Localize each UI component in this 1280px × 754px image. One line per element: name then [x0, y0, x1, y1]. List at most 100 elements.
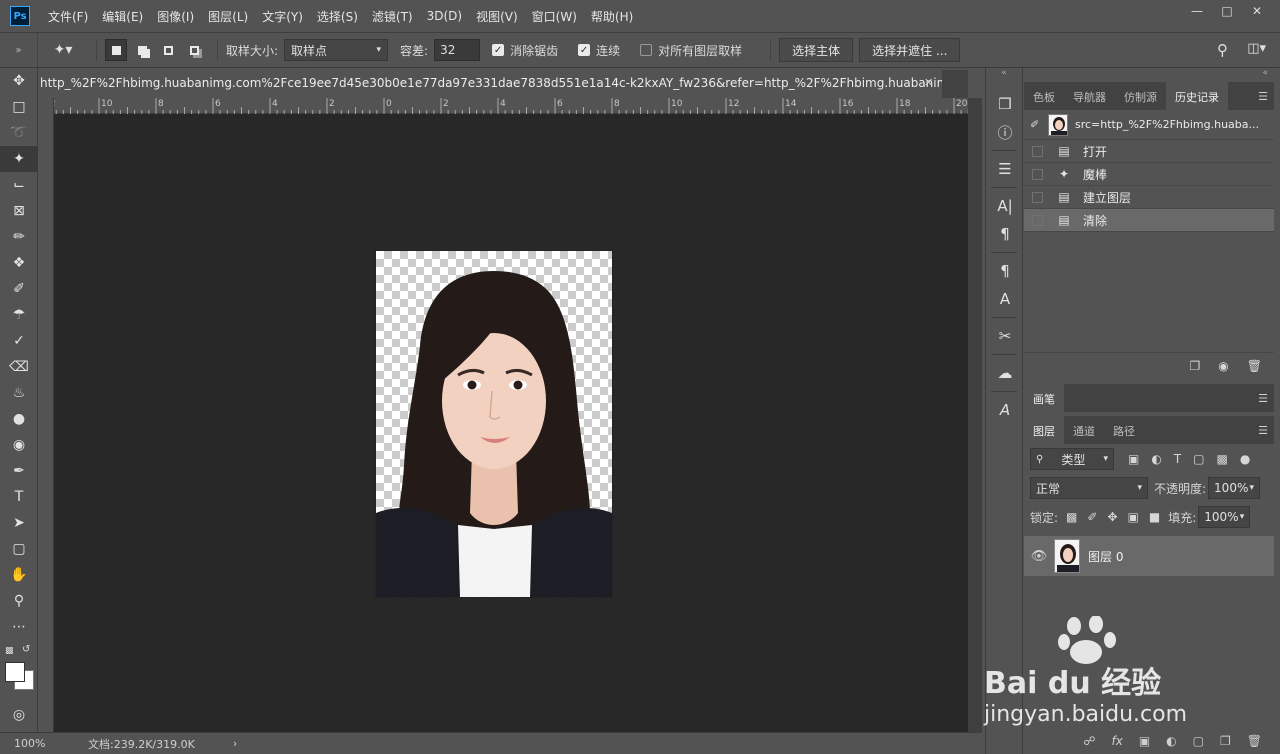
lock-artboard-icon[interactable]: ▣	[1128, 510, 1139, 524]
select-and-mask-button[interactable]: 选择并遮住 ...	[859, 38, 961, 62]
menu-select[interactable]: 选择(S)	[317, 8, 358, 25]
menu-3d[interactable]: 3D(D)	[427, 9, 462, 23]
tab-paths[interactable]: 路径	[1104, 416, 1144, 444]
move-tool-icon[interactable]: ✥	[0, 68, 38, 94]
blend-mode-select[interactable]: 正常 ▾	[1030, 477, 1148, 499]
zoom-tool-icon[interactable]: ⚲	[0, 588, 38, 614]
marquee-tool-icon[interactable]: □	[0, 94, 38, 120]
opacity-input[interactable]: 100% ▾	[1208, 477, 1261, 499]
collapse-icon[interactable]: »	[0, 33, 38, 67]
color-swatches[interactable]: ▩ ↺	[0, 640, 38, 702]
frame-tool-icon[interactable]: ⊠	[0, 198, 38, 224]
document-tab[interactable]: http_%2F%2Fhbimg.huabanimg.com%2Fce19ee7…	[38, 70, 942, 98]
horizontal-ruler[interactable]: 1210864202468101214161820	[38, 98, 968, 114]
paragraph-styles-icon[interactable]: ¶	[986, 257, 1024, 285]
tab-navigator[interactable]: 导航器	[1064, 82, 1115, 110]
filter-smart-object-icon[interactable]: ▩	[1217, 452, 1228, 466]
history-brush-tool-icon[interactable]: ✓	[0, 328, 38, 354]
menu-filter[interactable]: 滤镜(T)	[372, 8, 413, 25]
new-layer-icon[interactable]: ❐	[1220, 734, 1231, 748]
magic-wand-tool-icon[interactable]: ✦	[0, 146, 38, 172]
paragraph-icon[interactable]: ¶	[986, 220, 1024, 248]
collapse-icon[interactable]: «	[986, 68, 1022, 82]
select-subject-button[interactable]: 选择主体	[779, 38, 854, 62]
shape-tool-icon[interactable]: ▢	[0, 536, 38, 562]
filter-type-icon[interactable]: T	[1174, 452, 1181, 466]
menu-view[interactable]: 视图(V)	[476, 8, 518, 25]
layer-filter-select[interactable]: ⚲ 类型 ▾	[1030, 448, 1114, 470]
trash-icon[interactable]: 🗑	[1247, 359, 1262, 373]
intersect-selection-icon[interactable]	[183, 39, 205, 61]
lock-transparency-icon[interactable]: ▩	[1066, 510, 1077, 524]
new-selection-icon[interactable]	[105, 39, 127, 61]
expand-panels-icon[interactable]: «	[1024, 68, 1274, 82]
menu-layer[interactable]: 图层(L)	[208, 8, 248, 25]
new-document-from-state-icon[interactable]: ❐	[1190, 359, 1201, 373]
trash-icon[interactable]: 🗑	[1247, 734, 1262, 748]
close-icon[interactable]: ✕	[1242, 2, 1272, 20]
quick-mask-icon[interactable]: ◎	[0, 702, 38, 728]
vertical-ruler[interactable]	[38, 98, 54, 732]
history-checkbox[interactable]	[1032, 191, 1043, 203]
paint-bucket-tool-icon[interactable]: ♨	[0, 380, 38, 406]
lasso-tool-icon[interactable]: ➰	[0, 120, 38, 146]
antialias-option[interactable]: ✓ 消除锯齿	[492, 42, 564, 59]
panel-menu-icon[interactable]: ☰	[1258, 90, 1268, 103]
menu-help[interactable]: 帮助(H)	[591, 8, 633, 25]
tab-swatches[interactable]: 色板	[1024, 82, 1064, 110]
history-checkbox[interactable]	[1032, 214, 1043, 226]
contiguous-checkbox[interactable]: ✓	[578, 44, 591, 56]
history-item-active[interactable]: ▤ 清除	[1024, 209, 1274, 232]
tab-channels[interactable]: 通道	[1064, 416, 1104, 444]
layer-name[interactable]: 图层 0	[1088, 548, 1123, 565]
antialias-checkbox[interactable]: ✓	[492, 44, 505, 56]
zoom-level[interactable]: 100%	[14, 737, 54, 750]
tolerance-input[interactable]: 32	[434, 39, 481, 61]
healing-brush-tool-icon[interactable]: ❖	[0, 250, 38, 276]
adjustment-layer-icon[interactable]: ◐	[1166, 734, 1176, 748]
tool-presets-icon[interactable]: ✂	[986, 322, 1024, 350]
tab-clone-source[interactable]: 仿制源	[1115, 82, 1166, 110]
hand-tool-icon[interactable]: ✋	[0, 562, 38, 588]
chevron-right-icon[interactable]: ›	[233, 737, 237, 750]
fill-input[interactable]: 100% ▾	[1198, 506, 1251, 528]
brush-settings-icon[interactable]: ☰	[986, 155, 1024, 183]
filter-toggle-icon[interactable]: ●	[1240, 452, 1250, 466]
filter-shape-icon[interactable]: ▢	[1193, 452, 1204, 466]
workspace-icon[interactable]: ◫▾	[1247, 41, 1266, 56]
type-tool-icon[interactable]: T	[0, 484, 38, 510]
stamp-tool-icon[interactable]: ☂	[0, 302, 38, 328]
document-image[interactable]	[375, 250, 613, 598]
lock-position-icon[interactable]: ✥	[1107, 510, 1117, 524]
search-icon[interactable]: ⚲	[1217, 41, 1228, 59]
add-selection-icon[interactable]	[131, 39, 153, 61]
history-checkbox[interactable]	[1032, 145, 1043, 157]
blur-tool-icon[interactable]: ●	[0, 406, 38, 432]
layer-row[interactable]: 👁 图层 0	[1024, 536, 1274, 576]
vertical-scrollbar[interactable]	[968, 98, 982, 732]
tab-brushes[interactable]: 画笔	[1024, 384, 1064, 412]
menu-file[interactable]: 文件(F)	[48, 8, 88, 25]
filter-adjustment-icon[interactable]: ◐	[1151, 452, 1161, 466]
character-icon[interactable]: A|	[986, 192, 1024, 220]
brush-tool-icon[interactable]: ✐	[0, 276, 38, 302]
3d-icon[interactable]: ❒	[986, 90, 1024, 118]
tab-history[interactable]: 历史记录	[1166, 82, 1228, 110]
pen-tool-icon[interactable]: ✒	[0, 458, 38, 484]
minimize-icon[interactable]: —	[1182, 2, 1212, 20]
eyedropper-tool-icon[interactable]: ✏	[0, 224, 38, 250]
new-group-icon[interactable]: ▢	[1193, 734, 1204, 748]
swap-colors-icon[interactable]: ↺	[22, 644, 30, 655]
lock-image-icon[interactable]: ✐	[1087, 510, 1097, 524]
eye-icon[interactable]: 👁	[1024, 549, 1054, 564]
history-brush-source-icon[interactable]: ✐	[1030, 118, 1048, 131]
filter-pixel-icon[interactable]: ▣	[1128, 452, 1139, 466]
menu-image[interactable]: 图像(I)	[157, 8, 194, 25]
default-colors-icon[interactable]: ▩	[5, 646, 14, 656]
fx-icon[interactable]: fx	[1112, 734, 1123, 748]
glyphs-icon[interactable]: A	[986, 396, 1024, 424]
panel-menu-icon[interactable]: ☰	[1258, 424, 1268, 437]
history-checkbox[interactable]	[1032, 168, 1043, 180]
all-layers-checkbox[interactable]	[640, 44, 653, 56]
history-item[interactable]: ▤ 打开	[1024, 140, 1274, 163]
